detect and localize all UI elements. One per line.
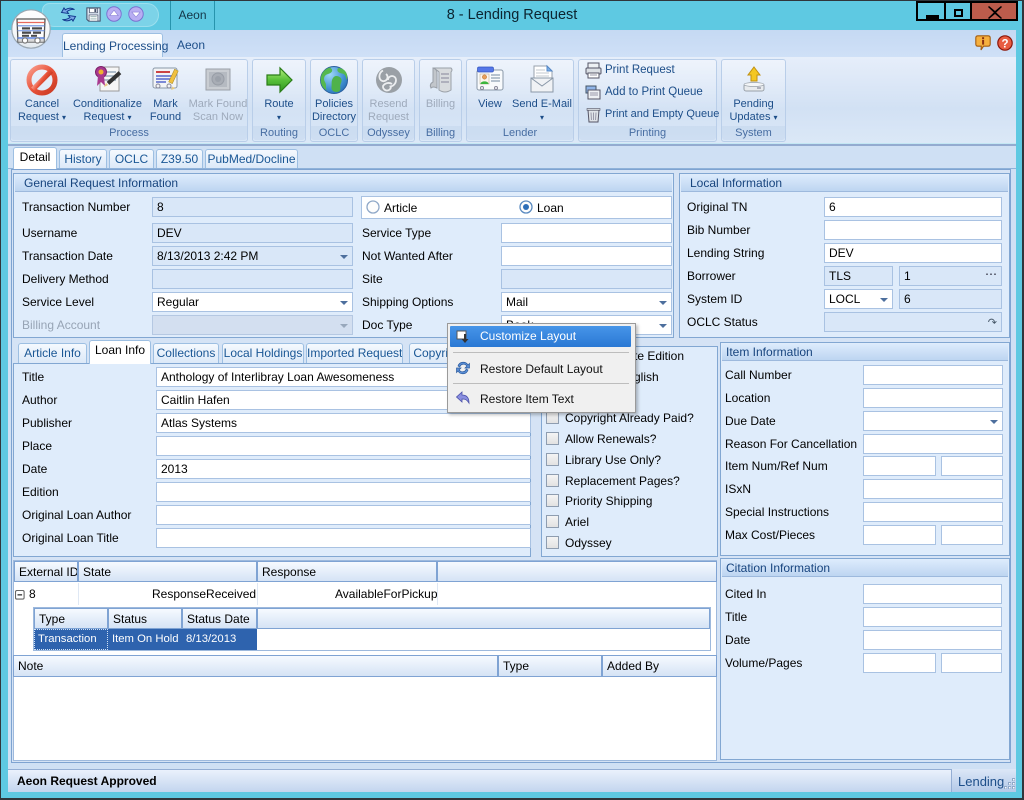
svg-text:?: ? <box>1001 38 1008 50</box>
